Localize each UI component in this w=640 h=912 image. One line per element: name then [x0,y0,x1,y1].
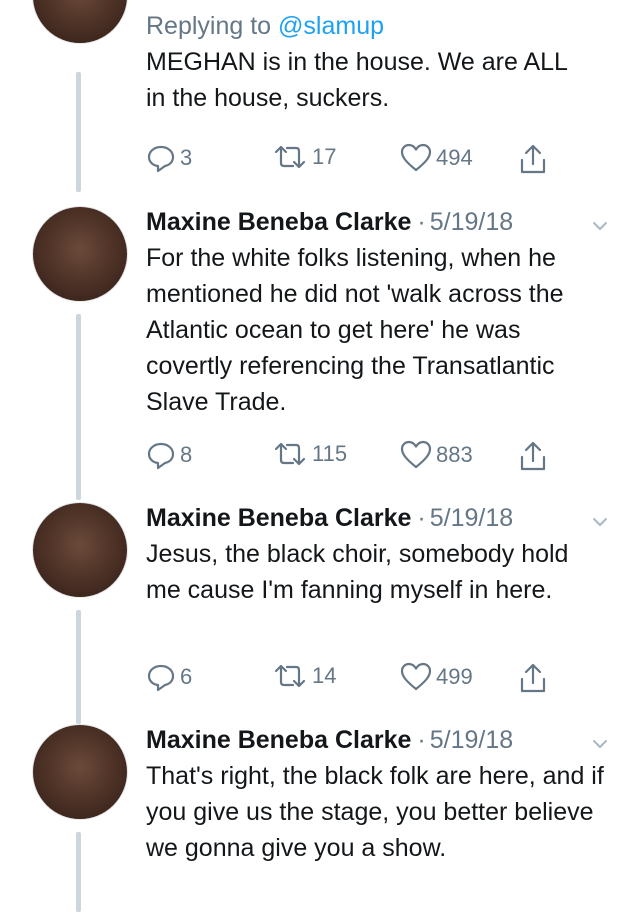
reply-icon [147,442,175,470]
like-count: 494 [436,145,473,170]
tweet-actions: 8 115 883 [146,440,586,474]
replying-prefix: Replying to [146,12,272,40]
tweet-header: Maxine Beneba Clarke · 5/19/18 [146,206,620,238]
reply-icon [147,664,175,692]
tweet-date[interactable]: 5/19/18 [430,724,513,756]
replying-to: Replying to @slamup [146,10,620,42]
tweet-date[interactable]: 5/19/18 [430,502,513,534]
retweet-count: 115 [312,441,348,466]
reply-button[interactable]: 8 [146,440,192,470]
share-icon [520,144,546,174]
reply-count: 8 [180,442,193,467]
reply-button[interactable]: 6 [146,662,192,692]
chevron-down-icon[interactable] [592,218,608,234]
tweet-actions: 6 14 499 [146,662,586,696]
retweet-button[interactable]: 17 [272,143,336,171]
separator-dot: · [417,726,426,754]
tweet-actions: 3 17 494 [146,143,586,177]
thread-line [76,610,81,724]
separator-dot: · [417,208,426,236]
share-button[interactable] [518,662,548,694]
like-button[interactable]: 883 [400,440,473,470]
like-button[interactable]: 499 [400,662,473,692]
retweet-icon [274,145,306,169]
retweet-button[interactable]: 115 [272,440,347,468]
avatar[interactable] [32,724,128,820]
reply-count: 6 [180,664,193,689]
thread-line [76,314,81,500]
author-name[interactable]: Maxine Beneba Clarke [146,206,411,238]
tweet-text: That's right, the black folk are here, a… [146,762,604,862]
retweet-button[interactable]: 14 [272,662,336,690]
avatar[interactable] [32,502,128,598]
share-button[interactable] [518,440,548,472]
tweet-text: For the white folks listening, when he m… [146,244,564,416]
tweet-date[interactable]: 5/19/18 [430,206,513,238]
reply-button[interactable]: 3 [146,143,192,173]
chevron-down-icon[interactable] [592,514,608,530]
tweet-text: Jesus, the black choir, somebody hold me… [146,540,569,604]
share-icon [520,663,546,693]
reply-count: 3 [180,145,193,170]
reply-icon [147,145,175,173]
author-name[interactable]: Maxine Beneba Clarke [146,724,411,756]
heart-icon [400,662,432,691]
retweet-icon [274,664,306,688]
separator-dot: · [417,504,426,532]
avatar[interactable] [32,0,128,44]
share-icon [520,441,546,471]
tweet-text: MEGHAN is in the house. We are ALL in th… [146,48,568,112]
heart-icon [400,440,432,469]
thread-line [76,832,81,912]
author-name[interactable]: Maxine Beneba Clarke [146,502,411,534]
heart-icon [400,143,432,172]
thread-line [76,72,81,192]
avatar[interactable] [32,206,128,302]
share-button[interactable] [518,143,548,175]
chevron-down-icon[interactable] [592,736,608,752]
retweet-icon [274,442,306,466]
like-button[interactable]: 494 [400,143,473,173]
retweet-count: 14 [312,663,337,688]
replying-handle-link[interactable]: @slamup [278,12,384,40]
tweet-header: Maxine Beneba Clarke · 5/19/18 [146,724,620,756]
like-count: 499 [436,664,473,689]
retweet-count: 17 [312,144,337,169]
like-count: 883 [436,442,473,467]
tweet-header: Maxine Beneba Clarke · 5/19/18 [146,502,620,534]
